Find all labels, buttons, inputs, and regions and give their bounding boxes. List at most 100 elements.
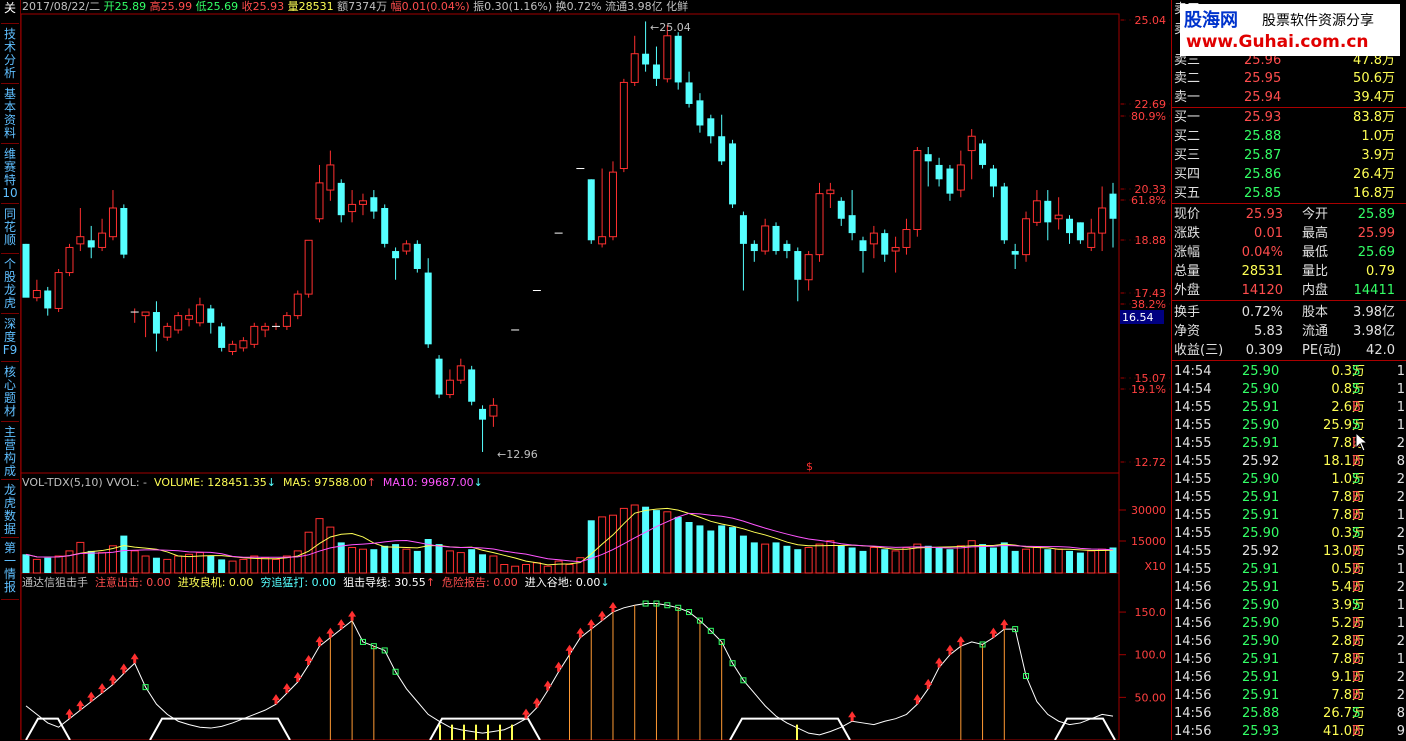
tick-row-0[interactable]: 14:54 25.90 0.3万 S 1 <box>1172 362 1406 381</box>
stat-row-4[interactable]: 外盘 14120 内盘 14411 <box>1172 281 1406 300</box>
candle-body-30 <box>348 203 357 213</box>
candle-body-56 <box>630 53 639 83</box>
stat-row-0[interactable]: 现价 25.93 今开 25.89 <box>1172 205 1406 224</box>
stat-value-a: 0.309 <box>1245 343 1283 358</box>
tab-4[interactable]: 个股龙虎 <box>1 256 19 314</box>
tick-row-4[interactable]: 14:5525.917.8万B2 <box>1172 434 1406 453</box>
tick-row-9[interactable]: 14:55 25.90 0.3万 S 2 <box>1172 524 1406 543</box>
tick-time: 14:55 <box>1174 472 1212 487</box>
bid-volume: 1.0万 <box>1361 129 1395 144</box>
tab-5[interactable]: 深度F9 <box>1 316 19 362</box>
bid-row-1[interactable]: 买二 25.88 1.0万 <box>1172 127 1406 146</box>
tick-row-19[interactable]: 14:56 25.88 26.7万 S 8 <box>1172 704 1406 723</box>
tab-3[interactable]: 同花顺 <box>1 206 19 254</box>
stat-row-7[interactable]: 收益(三) 0.309 PE(动) 42.0 <box>1172 341 1406 360</box>
tick-row-16[interactable]: 14:56 25.91 7.8万 B 1 <box>1172 650 1406 669</box>
vol-axis-label-1: 15000 <box>1131 535 1166 548</box>
tick-row-6[interactable]: 14:55 25.90 1.0万 S 2 <box>1172 470 1406 489</box>
tab-9[interactable]: 第一情报 <box>1 540 19 600</box>
up-arrow-icon-24 <box>282 683 291 694</box>
tab-7[interactable]: 主营构成 <box>1 424 19 480</box>
tick-row-7[interactable]: 14:55 25.91 7.8万 B 2 <box>1172 488 1406 507</box>
tick-row-8[interactable]: 14:55 25.91 7.8万 B 1 <box>1172 506 1406 525</box>
trough-price-label: ←12.96 <box>497 448 538 461</box>
vol-indicator-name[interactable]: VOL-TDX(5,10) <box>22 476 103 489</box>
tick-row-5[interactable]: 14:55 25.92 18.1万 B 8 <box>1172 452 1406 471</box>
tab-8[interactable]: 龙虎数据 <box>1 482 19 538</box>
bid-row-4[interactable]: 买五 25.85 16.8万 <box>1172 184 1406 203</box>
tab-2[interactable]: 维赛特10 <box>1 146 19 204</box>
volume-bar-78 <box>869 547 878 574</box>
bid-row-0[interactable]: 买一 25.93 83.8万 <box>1172 108 1406 127</box>
volume-bar-80 <box>891 550 900 574</box>
ind-l5: 危险报告: 0.00 <box>442 576 518 589</box>
tick-row-1[interactable]: 14:54 25.90 0.8万 S 1 <box>1172 380 1406 399</box>
tick-time: 14:55 <box>1174 454 1212 469</box>
candle-body-13 <box>163 325 172 338</box>
tick-row-13[interactable]: 14:56 25.90 3.9万 S 1 <box>1172 596 1406 615</box>
volume-bar-10 <box>130 550 139 574</box>
stat-label-a: 现价 <box>1174 207 1201 222</box>
tick-row-11[interactable]: 14:55 25.91 0.5万 B 1 <box>1172 560 1406 579</box>
stat-row-2[interactable]: 涨幅 0.04% 最低 25.69 <box>1172 243 1406 262</box>
vol-volume: VOLUME: 128451.35 <box>154 476 267 489</box>
volume-bar-6 <box>87 550 95 573</box>
ask-row-4[interactable]: 卖一 25.94 39.4万 <box>1172 88 1406 107</box>
up-arrow-icon-6 <box>87 691 96 702</box>
up-arrow-icon-83 <box>924 678 933 689</box>
candle-body-88 <box>979 143 987 165</box>
candle-body-59 <box>663 35 672 80</box>
tick-row-3[interactable]: 14:55 25.90 25.9万 S 1 <box>1172 416 1406 435</box>
candle-body-61 <box>685 82 693 104</box>
tab-handle[interactable]: 关 <box>1 0 19 24</box>
up-arrow-icon-76 <box>848 711 857 722</box>
ask-row-3[interactable]: 卖二 25.95 50.6万 <box>1172 69 1406 88</box>
bid-label: 买三 <box>1174 148 1201 163</box>
tick-row-12[interactable]: 14:56 25.91 5.4万 B 2 <box>1172 578 1406 597</box>
stat-row-3[interactable]: 总量 28531 量比 0.79 <box>1172 262 1406 281</box>
tick-row-15[interactable]: 14:56 25.90 2.8万 B 2 <box>1172 632 1406 651</box>
tick-row-10[interactable]: 14:55 25.92 13.0万 B 5 <box>1172 542 1406 561</box>
tick-row-2[interactable]: 14:55 25.91 2.6万 B 1 <box>1172 398 1406 417</box>
tick-row-14[interactable]: 14:56 25.90 5.2万 B 1 <box>1172 614 1406 633</box>
ind-name[interactable]: 通达信狙击手 <box>22 576 88 589</box>
tab-1[interactable]: 基本资料 <box>1 86 19 144</box>
bid-label: 买五 <box>1174 186 1201 201</box>
stat-row-6[interactable]: 净资 5.83 流通 3.98亿 <box>1172 322 1406 341</box>
candle-body-66 <box>739 215 747 244</box>
tick-time: 14:55 <box>1174 526 1212 541</box>
volume-bar-76 <box>848 547 856 573</box>
volume-bar-85 <box>946 549 954 573</box>
volume-bar-62 <box>696 525 704 573</box>
up-arrow-icon-85 <box>945 644 954 655</box>
bid-row-3[interactable]: 买四 25.86 26.4万 <box>1172 165 1406 184</box>
up-arrow-icon-8 <box>108 674 117 685</box>
bid-row-2[interactable]: 买三 25.87 3.9万 <box>1172 146 1406 165</box>
tab-0[interactable]: 技术分析 <box>1 26 19 84</box>
volume-header: VOL-TDX(5,10) VVOL: - VOLUME: 128451.35↓… <box>22 476 483 489</box>
tick-count: 2 <box>1396 436 1405 451</box>
volume-bar-47 <box>532 562 541 574</box>
tick-count: 8 <box>1396 706 1405 721</box>
price-axis-label-10: 12.72 <box>1135 456 1167 469</box>
bid-price: 25.85 <box>1244 186 1282 201</box>
valley-shape-4 <box>1054 717 1116 740</box>
volume-bar-83 <box>924 545 932 573</box>
stat-row-1[interactable]: 涨跌 0.01 最高 25.99 <box>1172 224 1406 243</box>
up-arrow-icon-52 <box>587 619 596 630</box>
tick-row-18[interactable]: 14:56 25.91 7.8万 B 2 <box>1172 686 1406 705</box>
candle-body-9 <box>120 207 128 255</box>
up-arrow-icon-82 <box>913 694 922 705</box>
tick-row-20[interactable]: 14:56 25.93 41.0万 B 9 <box>1172 722 1406 741</box>
candle-body-3 <box>54 272 63 309</box>
stat-label-b: 量比 <box>1302 264 1329 279</box>
volume-bar-27 <box>315 518 324 574</box>
header-close-label: 收 <box>241 0 253 13</box>
tab-6[interactable]: 核心题材 <box>1 364 19 422</box>
header-open: 25.89 <box>114 0 147 13</box>
volume-bar-38 <box>435 544 443 573</box>
stat-row-5[interactable]: 换手 0.72% 股本 3.98亿 <box>1172 303 1406 322</box>
tick-row-17[interactable]: 14:56 25.91 9.1万 B 2 <box>1172 668 1406 687</box>
stat-value-a: 25.93 <box>1245 207 1283 222</box>
tick-time: 14:54 <box>1174 364 1212 379</box>
